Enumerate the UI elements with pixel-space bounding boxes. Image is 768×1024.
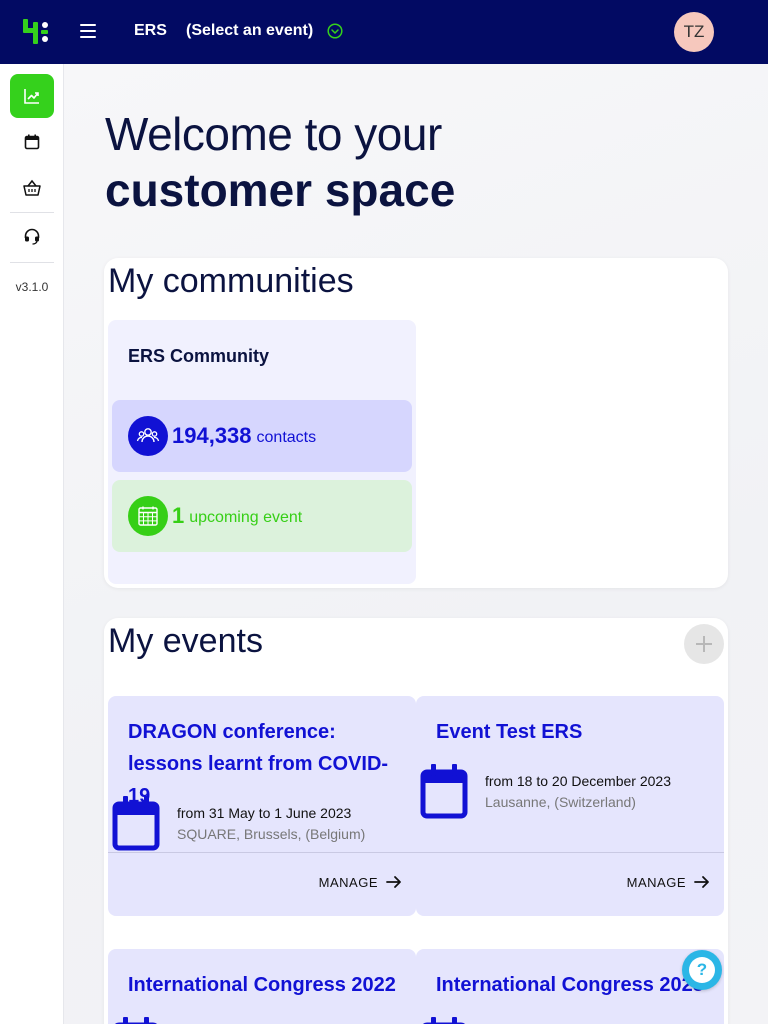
arrow-right-icon xyxy=(694,876,709,888)
event-location: SQUARE, Brussels, (Belgium) xyxy=(177,826,366,842)
community-card[interactable]: ERS Community 194,338 contacts 1 upcomin… xyxy=(108,320,416,584)
chevron-down-circle-icon xyxy=(327,23,343,39)
main-content: Welcome to your customer space My commun… xyxy=(64,64,768,1024)
event-title[interactable]: International Congress 2022 xyxy=(128,969,408,1001)
upcoming-events-stat[interactable]: 1 upcoming event xyxy=(112,480,412,552)
contacts-label: contacts xyxy=(256,429,317,446)
communities-panel: My communities ERS Community 194,338 con… xyxy=(104,258,728,588)
sidebar-item-shop[interactable] xyxy=(10,166,54,210)
event-dates: from 31 May to 1 June 2023 xyxy=(177,805,352,821)
event-card[interactable]: DRAGON conference: lessons learnt from C… xyxy=(108,696,416,916)
event-dates: from 18 to 20 December 2023 xyxy=(485,773,671,789)
event-card[interactable]: Event Test ERS from 18 to 20 December 20… xyxy=(416,696,724,916)
top-bar: ERS (Select an event) TZ xyxy=(0,0,768,64)
event-card[interactable]: International Congress 2023 xyxy=(416,949,724,1024)
app-logo-icon[interactable] xyxy=(22,18,50,46)
menu-icon[interactable] xyxy=(80,24,96,40)
calendar-icon xyxy=(112,796,160,851)
card-divider xyxy=(108,852,416,853)
app-version: v3.1.0 xyxy=(15,280,49,294)
calendar-icon xyxy=(24,134,40,150)
welcome-heading: Welcome to your customer space xyxy=(105,106,455,218)
upcoming-events-label: upcoming event xyxy=(189,509,303,526)
event-card[interactable]: International Congress 2022 xyxy=(108,949,416,1024)
sidebar-item-support[interactable] xyxy=(10,214,54,258)
communities-title: My communities xyxy=(108,262,354,300)
event-title[interactable]: DRAGON conference: lessons learnt from C… xyxy=(128,716,408,812)
headset-icon xyxy=(24,228,40,245)
contacts-count: 194,338 xyxy=(172,423,252,448)
help-icon: ? xyxy=(689,957,715,983)
welcome-line-2: customer space xyxy=(105,164,456,216)
manage-event-button[interactable]: MANAGE xyxy=(627,874,710,890)
events-title: My events xyxy=(108,622,263,660)
sidebar-item-events[interactable] xyxy=(10,120,54,164)
arrow-right-icon xyxy=(386,876,401,888)
community-name: ERS Community xyxy=(128,346,270,366)
sidebar-divider xyxy=(10,212,54,213)
contacts-stat[interactable]: 194,338 contacts xyxy=(112,400,412,472)
event-title[interactable]: International Congress 2023 xyxy=(436,969,716,1001)
people-icon xyxy=(128,416,168,456)
user-avatar[interactable]: TZ xyxy=(674,12,714,52)
calendar-icon xyxy=(420,764,468,819)
calendar-grid-icon xyxy=(128,496,168,536)
manage-label: MANAGE xyxy=(626,874,686,890)
event-selector[interactable]: (Select an event) xyxy=(186,22,343,40)
manage-event-button[interactable]: MANAGE xyxy=(319,874,402,890)
brand-name: ERS xyxy=(134,22,167,39)
add-event-button[interactable] xyxy=(684,624,724,664)
welcome-line-1: Welcome to your xyxy=(105,108,442,160)
help-button[interactable]: ? xyxy=(682,950,722,990)
sidebar-divider xyxy=(10,262,54,263)
sidebar-item-dashboard[interactable] xyxy=(10,74,54,118)
basket-icon xyxy=(23,179,41,196)
calendar-icon xyxy=(422,1017,466,1024)
plus-icon xyxy=(696,636,712,652)
upcoming-events-count: 1 xyxy=(172,503,185,528)
trending-up-icon xyxy=(24,89,39,104)
manage-label: MANAGE xyxy=(318,874,378,890)
calendar-icon xyxy=(114,1017,158,1024)
event-selector-label: (Select an event) xyxy=(186,22,314,39)
sidebar: v3.1.0 xyxy=(0,64,64,1024)
card-divider xyxy=(416,852,724,853)
event-title[interactable]: Event Test ERS xyxy=(436,716,716,748)
event-location: Lausanne, (Switzerland) xyxy=(485,794,636,810)
events-panel: My events DRAGON conference: lessons lea… xyxy=(104,618,728,1024)
